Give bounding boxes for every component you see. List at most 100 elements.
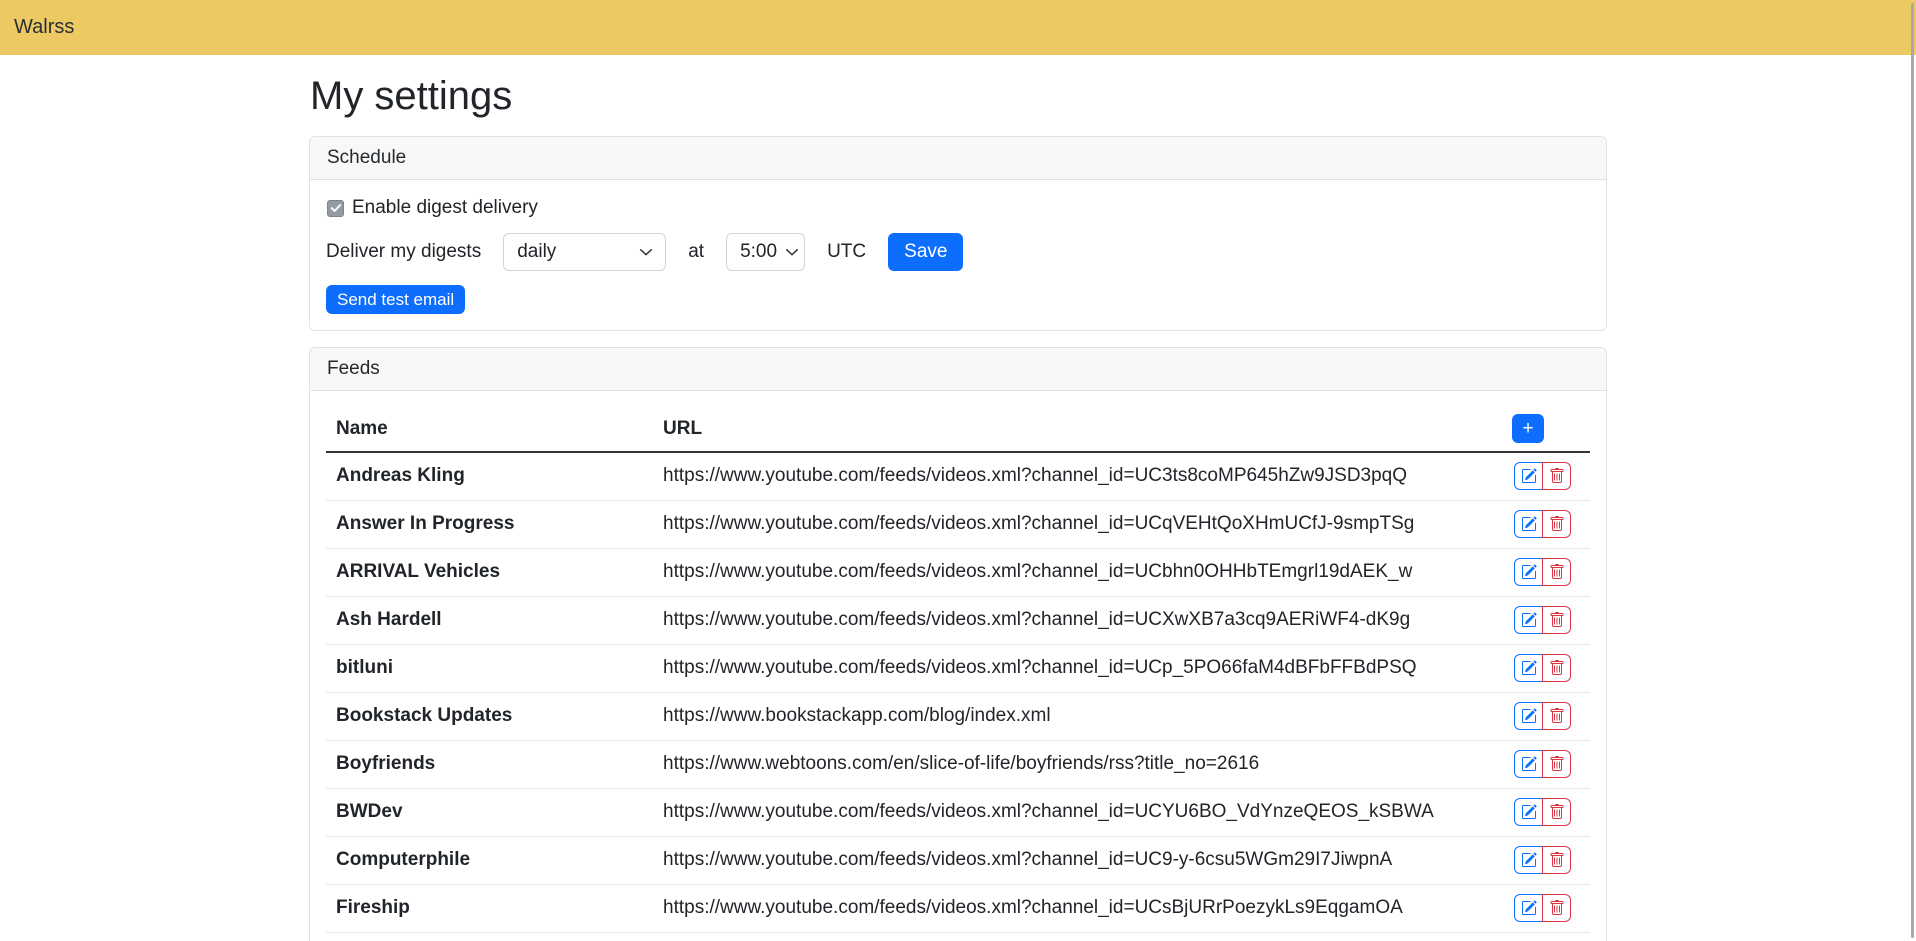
pencil-square-icon bbox=[1521, 564, 1537, 580]
trash-icon bbox=[1549, 708, 1565, 724]
feed-url: https://www.youtube.com/feeds/videos.xml… bbox=[653, 884, 1502, 932]
feed-name: Computerphile bbox=[326, 836, 653, 884]
time-select-value: 5:00 bbox=[740, 241, 777, 263]
edit-feed-button[interactable] bbox=[1514, 750, 1543, 778]
trash-icon bbox=[1549, 900, 1565, 916]
delete-feed-button[interactable] bbox=[1542, 798, 1571, 826]
feed-name: Game Theory bbox=[326, 932, 653, 941]
feed-url: https://www.youtube.com/feeds/videos.xml… bbox=[653, 500, 1502, 548]
feed-actions bbox=[1514, 558, 1571, 586]
at-label: at bbox=[688, 241, 704, 263]
feed-url: https://www.bookstackapp.com/blog/index.… bbox=[653, 692, 1502, 740]
schedule-card-body: Enable digest delivery Deliver my digest… bbox=[310, 180, 1606, 330]
feed-row: Answer In Progress https://www.youtube.c… bbox=[326, 500, 1590, 548]
feed-row: Bookstack Updates https://www.bookstacka… bbox=[326, 692, 1590, 740]
edit-feed-button[interactable] bbox=[1514, 798, 1543, 826]
schedule-card-header: Schedule bbox=[310, 137, 1606, 180]
feed-name: BWDev bbox=[326, 788, 653, 836]
delete-feed-button[interactable] bbox=[1542, 750, 1571, 778]
edit-feed-button[interactable] bbox=[1514, 702, 1543, 730]
delete-feed-button[interactable] bbox=[1542, 846, 1571, 874]
feeds-table: Name URL + Andreas Kling https://www.you… bbox=[326, 407, 1590, 941]
feed-row: Andreas Kling https://www.youtube.com/fe… bbox=[326, 452, 1590, 500]
delete-feed-button[interactable] bbox=[1542, 894, 1571, 922]
save-button[interactable]: Save bbox=[888, 233, 963, 271]
feed-actions bbox=[1514, 846, 1571, 874]
time-select[interactable]: 5:00 bbox=[726, 233, 805, 271]
feeds-card-header: Feeds bbox=[310, 348, 1606, 391]
feed-actions bbox=[1514, 462, 1571, 490]
delete-feed-button[interactable] bbox=[1542, 510, 1571, 538]
feeds-table-header-row: Name URL + bbox=[326, 407, 1590, 452]
trash-icon bbox=[1549, 852, 1565, 868]
send-test-email-button[interactable]: Send test email bbox=[326, 285, 465, 314]
feed-actions bbox=[1514, 798, 1571, 826]
trash-icon bbox=[1549, 660, 1565, 676]
pencil-square-icon bbox=[1521, 804, 1537, 820]
feed-actions bbox=[1514, 510, 1571, 538]
feed-row: Fireship https://www.youtube.com/feeds/v… bbox=[326, 884, 1590, 932]
feed-url: https://www.youtube.com/feeds/videos.xml… bbox=[653, 452, 1502, 500]
page-scrollbar[interactable] bbox=[1911, 3, 1914, 938]
feed-row: Computerphile https://www.youtube.com/fe… bbox=[326, 836, 1590, 884]
feed-row: bitluni https://www.youtube.com/feeds/vi… bbox=[326, 644, 1590, 692]
edit-feed-button[interactable] bbox=[1514, 462, 1543, 490]
trash-icon bbox=[1549, 756, 1565, 772]
chevron-down-icon bbox=[785, 245, 799, 259]
edit-feed-button[interactable] bbox=[1514, 510, 1543, 538]
feed-url: https://www.youtube.com/feeds/videos.xml… bbox=[653, 548, 1502, 596]
feed-actions bbox=[1514, 606, 1571, 634]
delete-feed-button[interactable] bbox=[1542, 462, 1571, 490]
trash-icon bbox=[1549, 516, 1565, 532]
check-icon bbox=[330, 202, 342, 214]
delivery-controls-row: Deliver my digests daily at 5:00 UTC Sav… bbox=[326, 233, 1590, 271]
feed-name: ARRIVAL Vehicles bbox=[326, 548, 653, 596]
trash-icon bbox=[1549, 612, 1565, 628]
trash-icon bbox=[1549, 804, 1565, 820]
delete-feed-button[interactable] bbox=[1542, 702, 1571, 730]
feed-row: Boyfriends https://www.webtoons.com/en/s… bbox=[326, 740, 1590, 788]
pencil-square-icon bbox=[1521, 900, 1537, 916]
feed-url: https://www.youtube.com/feeds/videos.xml… bbox=[653, 932, 1502, 941]
column-header-actions: + bbox=[1502, 407, 1590, 452]
enable-digest-checkbox[interactable] bbox=[327, 200, 344, 217]
delete-feed-button[interactable] bbox=[1542, 606, 1571, 634]
deliver-label: Deliver my digests bbox=[326, 241, 481, 263]
feed-url: https://www.youtube.com/feeds/videos.xml… bbox=[653, 788, 1502, 836]
schedule-card: Schedule Enable digest delivery Deliver … bbox=[309, 136, 1607, 331]
edit-feed-button[interactable] bbox=[1514, 558, 1543, 586]
pencil-square-icon bbox=[1521, 756, 1537, 772]
feed-name: Boyfriends bbox=[326, 740, 653, 788]
delete-feed-button[interactable] bbox=[1542, 654, 1571, 682]
chevron-down-icon bbox=[639, 245, 653, 259]
pencil-square-icon bbox=[1521, 708, 1537, 724]
trash-icon bbox=[1549, 468, 1565, 484]
pencil-square-icon bbox=[1521, 612, 1537, 628]
feed-actions bbox=[1514, 702, 1571, 730]
add-feed-button[interactable]: + bbox=[1512, 414, 1544, 443]
enable-digest-row: Enable digest delivery bbox=[327, 197, 1590, 219]
feed-actions bbox=[1514, 654, 1571, 682]
edit-feed-button[interactable] bbox=[1514, 654, 1543, 682]
pencil-square-icon bbox=[1521, 516, 1537, 532]
edit-feed-button[interactable] bbox=[1514, 846, 1543, 874]
feed-row: Game Theory https://www.youtube.com/feed… bbox=[326, 932, 1590, 941]
feed-name: bitluni bbox=[326, 644, 653, 692]
pencil-square-icon bbox=[1521, 660, 1537, 676]
column-header-name: Name bbox=[326, 407, 653, 452]
app-brand[interactable]: Walrss bbox=[14, 16, 74, 39]
delete-feed-button[interactable] bbox=[1542, 558, 1571, 586]
timezone-label: UTC bbox=[827, 241, 866, 263]
interval-select[interactable]: daily bbox=[503, 233, 666, 271]
pencil-square-icon bbox=[1521, 468, 1537, 484]
feed-name: Andreas Kling bbox=[326, 452, 653, 500]
feed-name: Answer In Progress bbox=[326, 500, 653, 548]
edit-feed-button[interactable] bbox=[1514, 606, 1543, 634]
app-header: Walrss bbox=[0, 0, 1916, 55]
edit-feed-button[interactable] bbox=[1514, 894, 1543, 922]
feeds-card: Feeds Name URL + Andreas Kling https://w… bbox=[309, 347, 1607, 941]
feed-row: BWDev https://www.youtube.com/feeds/vide… bbox=[326, 788, 1590, 836]
feed-table-body: Andreas Kling https://www.youtube.com/fe… bbox=[326, 452, 1590, 941]
feed-url: https://www.youtube.com/feeds/videos.xml… bbox=[653, 836, 1502, 884]
trash-icon bbox=[1549, 564, 1565, 580]
